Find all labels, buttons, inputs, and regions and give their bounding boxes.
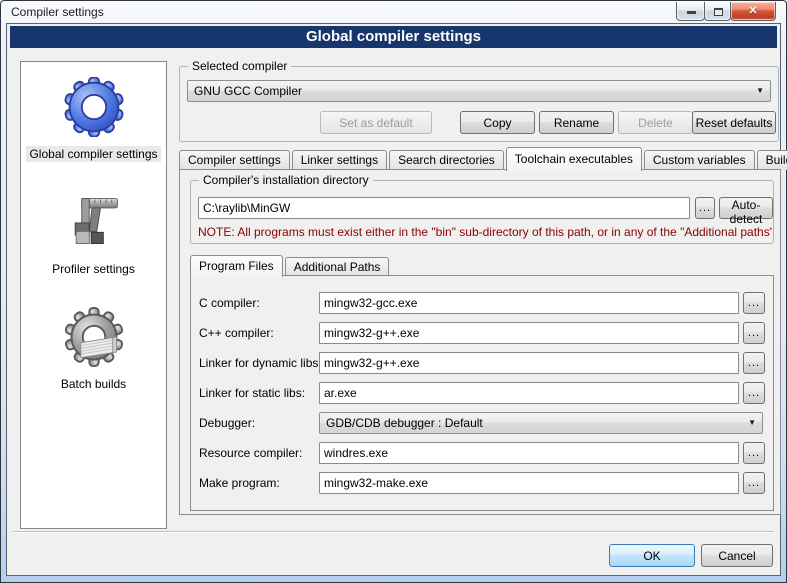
program-files-panel: C compiler: ... C++ compiler: ... Linker… xyxy=(190,275,774,511)
field-label: C++ compiler: xyxy=(199,322,274,344)
subtab-additional-paths[interactable]: Additional Paths xyxy=(285,257,390,276)
tab-build-options[interactable]: Build options xyxy=(757,150,787,170)
field-row-resource-compiler: Resource compiler: ... xyxy=(191,442,773,464)
field-row-static-linker: Linker for static libs: ... xyxy=(191,382,773,404)
reset-defaults-button[interactable]: Reset defaults xyxy=(692,111,776,134)
field-label: Make program: xyxy=(199,472,280,494)
page-title: Global compiler settings xyxy=(10,26,777,48)
installation-directory-group-label: Compiler's installation directory xyxy=(199,173,373,187)
rename-button[interactable]: Rename xyxy=(539,111,614,134)
settings-category-list: Global compiler settings xyxy=(20,61,167,529)
sidebar-item-global-compiler-settings[interactable]: Global compiler settings xyxy=(26,77,160,162)
compiler-select[interactable]: GNU GCC Compiler ▼ xyxy=(187,80,771,102)
browse-directory-button[interactable]: ... xyxy=(695,197,715,219)
maximize-button[interactable] xyxy=(704,2,731,21)
dialog-client-area: Global compiler settings xyxy=(6,23,781,576)
sidebar-item-label: Batch builds xyxy=(58,376,129,392)
tab-toolchain-executables[interactable]: Toolchain executables xyxy=(506,147,642,171)
browse-resource-compiler-button[interactable]: ... xyxy=(743,442,765,464)
selected-compiler-group: Selected compiler GNU GCC Compiler ▼ Set… xyxy=(179,66,779,142)
browse-make-program-button[interactable]: ... xyxy=(743,472,765,494)
field-label: Linker for dynamic libs: xyxy=(199,352,322,374)
install-note-text: NOTE: All programs must exist either in … xyxy=(198,225,772,239)
maximize-icon xyxy=(714,8,723,16)
subtab-program-files[interactable]: Program Files xyxy=(190,255,283,277)
toolchain-executables-panel: Compiler's installation directory ... Au… xyxy=(179,169,781,515)
compiler-select-value: GNU GCC Compiler xyxy=(194,84,302,98)
chevron-down-icon: ▼ xyxy=(748,413,756,433)
tab-custom-variables[interactable]: Custom variables xyxy=(644,150,755,170)
titlebar[interactable]: Compiler settings ✕ xyxy=(2,2,785,23)
tab-search-directories[interactable]: Search directories xyxy=(389,150,504,170)
field-label: Resource compiler: xyxy=(199,442,302,464)
sidebar-item-label: Global compiler settings xyxy=(26,146,160,162)
auto-detect-button[interactable]: Auto-detect xyxy=(719,197,773,219)
debugger-select-value: GDB/CDB debugger : Default xyxy=(326,416,483,430)
window-controls: ✕ xyxy=(677,2,776,21)
dynamic-linker-input[interactable] xyxy=(319,352,739,374)
make-program-input[interactable] xyxy=(319,472,739,494)
footer-divider xyxy=(13,531,774,533)
browse-dynamic-linker-button[interactable]: ... xyxy=(743,352,765,374)
minimize-button[interactable] xyxy=(676,2,705,21)
installation-directory-input[interactable] xyxy=(198,197,690,219)
field-row-make-program: Make program: ... xyxy=(191,472,773,494)
chevron-down-icon: ▼ xyxy=(756,81,764,101)
settings-tab-bar: Compiler settings Linker settings Search… xyxy=(179,146,783,170)
program-subtab-bar: Program Files Additional Paths xyxy=(190,254,391,276)
gray-gear-stack-icon xyxy=(64,307,124,367)
sidebar-item-batch-builds[interactable]: Batch builds xyxy=(58,307,129,392)
tab-compiler-settings[interactable]: Compiler settings xyxy=(179,150,290,170)
selected-compiler-group-label: Selected compiler xyxy=(188,59,291,73)
field-row-cpp-compiler: C++ compiler: ... xyxy=(191,322,773,344)
static-linker-input[interactable] xyxy=(319,382,739,404)
close-icon: ✕ xyxy=(731,4,775,17)
ok-button[interactable]: OK xyxy=(609,544,695,567)
close-button[interactable]: ✕ xyxy=(730,2,776,21)
field-label: C compiler: xyxy=(199,292,260,314)
sidebar-item-label: Profiler settings xyxy=(49,261,138,277)
field-row-debugger: Debugger: GDB/CDB debugger : Default ▼ xyxy=(191,412,773,434)
c-compiler-input[interactable] xyxy=(319,292,739,314)
field-label: Debugger: xyxy=(199,412,255,434)
window-title: Compiler settings xyxy=(11,5,104,19)
set-as-default-button[interactable]: Set as default xyxy=(320,111,432,134)
field-row-dynamic-linker: Linker for dynamic libs: ... xyxy=(191,352,773,374)
browse-static-linker-button[interactable]: ... xyxy=(743,382,765,404)
copy-button[interactable]: Copy xyxy=(460,111,535,134)
blue-gear-icon xyxy=(64,77,124,137)
compiler-settings-window: Compiler settings ✕ Global compiler sett… xyxy=(0,0,787,583)
resource-compiler-input[interactable] xyxy=(319,442,739,464)
field-row-c-compiler: C compiler: ... xyxy=(191,292,773,314)
minimize-icon xyxy=(687,11,696,14)
browse-cpp-compiler-button[interactable]: ... xyxy=(743,322,765,344)
cpp-compiler-input[interactable] xyxy=(319,322,739,344)
debugger-select[interactable]: GDB/CDB debugger : Default ▼ xyxy=(319,412,763,434)
tab-linker-settings[interactable]: Linker settings xyxy=(292,150,387,170)
field-label: Linker for static libs: xyxy=(199,382,305,404)
installation-directory-group: Compiler's installation directory ... Au… xyxy=(190,180,774,244)
sidebar-item-profiler-settings[interactable]: Profiler settings xyxy=(49,192,138,277)
caliper-icon xyxy=(63,192,123,252)
cancel-button[interactable]: Cancel xyxy=(701,544,773,567)
delete-button[interactable]: Delete xyxy=(618,111,693,134)
browse-c-compiler-button[interactable]: ... xyxy=(743,292,765,314)
